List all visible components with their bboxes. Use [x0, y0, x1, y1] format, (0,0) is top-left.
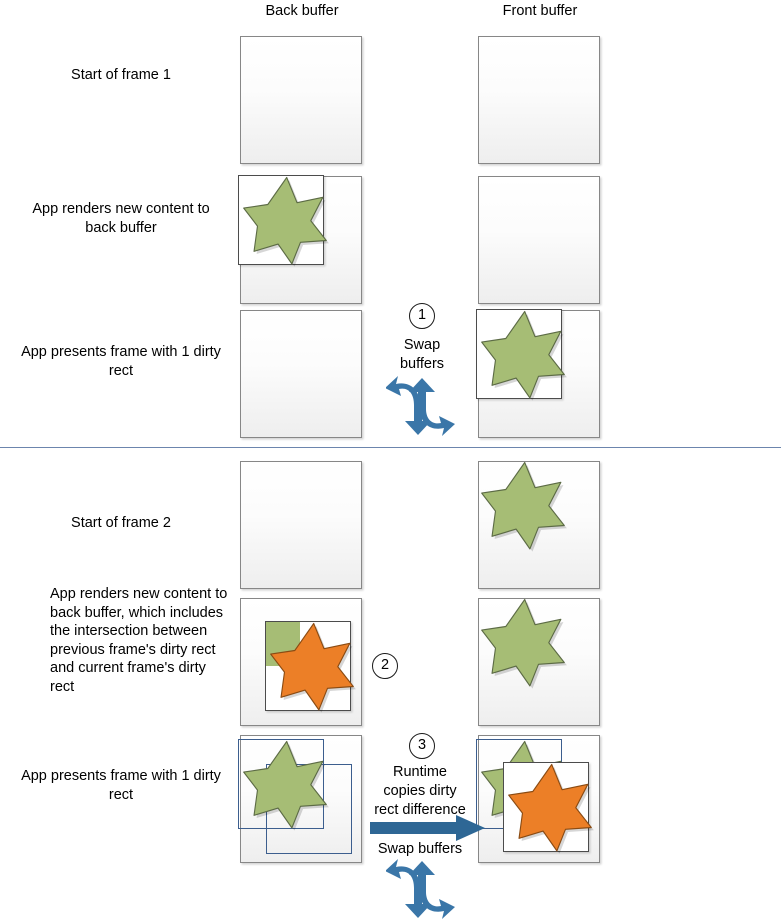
dirty-rect-current: [238, 175, 324, 265]
buffer-back-render-frame-1: [238, 175, 362, 304]
step-caption-3-line2: copies dirty: [383, 783, 457, 799]
buffer-front-present-frame-1: [476, 309, 600, 438]
row-label-start-frame-2: Start of frame 2: [71, 515, 171, 531]
swap-buffers-icon: [386, 375, 458, 437]
column-header-front-buffer: Front buffer: [502, 3, 578, 19]
buffer-front-present-frame-2: [476, 735, 600, 863]
step-caption-1-line2: buffers: [399, 356, 445, 372]
row-label-render-frame-1: App renders new content to back buffer: [32, 201, 210, 236]
row-label-start-frame-1: Start of frame 1: [71, 67, 171, 83]
buffer-front-render-frame-2: [478, 598, 600, 726]
column-header-back-buffer: Back buffer: [265, 3, 339, 19]
diagram-canvas: Back buffer Front buffer Start of frame …: [0, 0, 781, 919]
buffer-front-render-frame-1: [478, 176, 600, 304]
copy-right-arrow-icon: [370, 815, 486, 841]
step-caption-1-line1: Swap: [403, 337, 441, 353]
star-7-point-icon-green: [480, 458, 567, 552]
buffer-back-present-frame-1: [240, 310, 362, 438]
step-circle-2: 2: [372, 653, 398, 679]
dirty-rect-current-outline: [266, 764, 352, 854]
buffer-front-start-frame-2: [478, 461, 600, 589]
row-label-present-frame-1: App presents frame with 1 dirty rect: [21, 344, 221, 379]
section-divider: [0, 447, 781, 448]
dirty-rect-intersection-fill: [266, 622, 300, 666]
buffer-back-start-frame-1: [240, 36, 362, 164]
step-caption-3-line1: Runtime: [393, 764, 447, 780]
dirty-rect-current: [476, 309, 562, 399]
step-caption-3-line4: Swap buffers: [377, 841, 463, 857]
dirty-rect-current: [503, 762, 589, 852]
step-circle-1: 1: [409, 303, 435, 329]
row-label-present-frame-2: App presents frame with 1 dirty rect: [21, 768, 221, 803]
row-label-render-frame-2: App renders new content to back buffer, …: [50, 586, 228, 695]
buffer-back-present-frame-2: [238, 735, 362, 863]
buffer-back-start-frame-2: [240, 461, 362, 589]
buffer-front-start-frame-1: [478, 36, 600, 164]
star-7-point-icon-green: [480, 595, 567, 689]
step-circle-3: 3: [409, 733, 435, 759]
swap-buffers-icon: [386, 858, 458, 920]
buffer-back-render-frame-2: [240, 598, 362, 726]
